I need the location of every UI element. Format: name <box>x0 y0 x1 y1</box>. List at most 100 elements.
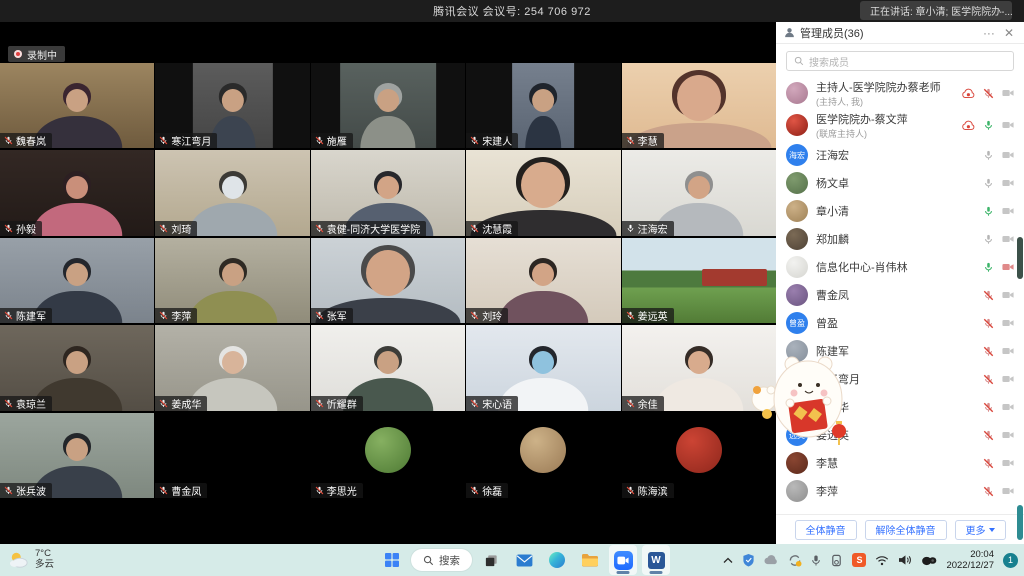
video-tile[interactable]: 姜远英 <box>622 238 776 323</box>
video-tile[interactable]: 刘琦 <box>155 150 309 235</box>
video-tile[interactable]: 李慧 <box>622 63 776 148</box>
member-mic-icon[interactable] <box>983 262 994 273</box>
video-tile[interactable]: 李萍 <box>155 238 309 323</box>
member-row[interactable]: 医学院院办-蔡文萍(联席主持人) <box>776 109 1024 141</box>
mail-app-button[interactable] <box>510 545 538 575</box>
member-mic-icon[interactable] <box>983 178 994 189</box>
video-tile[interactable]: 忻耀群 <box>311 325 465 410</box>
taskbar-clock[interactable]: 20:04 2022/12/27 <box>946 549 994 572</box>
video-tile[interactable]: 沈慧霞 <box>466 150 620 235</box>
word-app-button[interactable]: W <box>642 545 670 575</box>
member-camera-icon[interactable] <box>1002 178 1014 188</box>
video-tile[interactable]: 刘玲 <box>466 238 620 323</box>
participant-name: 宋心语 <box>482 396 512 411</box>
wifi-icon[interactable] <box>875 555 889 566</box>
video-tile[interactable]: 袁琼兰 <box>0 325 154 410</box>
member-row[interactable]: 杨文卓 <box>776 169 1024 197</box>
task-view-button[interactable] <box>477 545 505 575</box>
member-camera-icon[interactable] <box>1002 120 1014 130</box>
mute-all-button[interactable]: 全体静音 <box>795 520 857 540</box>
edge-browser-button[interactable] <box>543 545 571 575</box>
member-camera-icon[interactable] <box>1002 430 1014 440</box>
more-button[interactable]: 更多 <box>955 520 1006 540</box>
taskbar-search[interactable]: 搜索 <box>411 549 472 571</box>
member-camera-icon[interactable] <box>1002 88 1014 98</box>
member-row[interactable]: 陈建军 <box>776 337 1024 365</box>
video-tile[interactable]: 袁健-同济大学医学院 <box>311 150 465 235</box>
member-mic-icon[interactable] <box>983 346 994 357</box>
member-row[interactable]: 李萍 <box>776 477 1024 505</box>
chevron-up-icon[interactable] <box>723 557 733 564</box>
scrollbar-thumb-dark[interactable] <box>1017 237 1023 279</box>
member-mic-icon[interactable] <box>983 88 994 99</box>
video-tile[interactable]: 张兵波 <box>0 413 154 498</box>
member-row[interactable]: 郑加麟 <box>776 225 1024 253</box>
notification-badge[interactable]: 1 <box>1003 553 1018 568</box>
camera-device-icon[interactable] <box>921 555 937 566</box>
panel-more-icon[interactable]: ··· <box>981 27 997 39</box>
audio-device-icon[interactable] <box>830 554 843 567</box>
member-camera-icon[interactable] <box>1002 290 1014 300</box>
member-mic-icon[interactable] <box>983 486 994 497</box>
video-tile[interactable]: 施雁 <box>311 63 465 148</box>
member-mic-icon[interactable] <box>983 318 994 329</box>
member-camera-icon[interactable] <box>1002 458 1014 468</box>
member-camera-icon[interactable] <box>1002 262 1014 272</box>
member-row[interactable]: 主持人-医学院院办蔡老师(主持人, 我) <box>776 77 1024 109</box>
video-tile[interactable]: 宋心语 <box>466 325 620 410</box>
video-tile[interactable]: 宋建人 <box>466 63 620 148</box>
start-button[interactable] <box>378 545 406 575</box>
video-tile[interactable]: 余佳 <box>622 325 776 410</box>
member-camera-icon[interactable] <box>1002 486 1014 496</box>
member-camera-icon[interactable] <box>1002 374 1014 384</box>
member-row[interactable]: 信息化中心-肖伟林 <box>776 253 1024 281</box>
unmute-all-button[interactable]: 解除全体静音 <box>865 520 947 540</box>
video-tile[interactable]: 张军 <box>311 238 465 323</box>
video-tile[interactable]: 魏春岚 <box>0 63 154 148</box>
member-mic-icon[interactable] <box>983 120 994 131</box>
video-tile[interactable]: 寒江弯月 <box>155 63 309 148</box>
video-tile[interactable]: 陈建军 <box>0 238 154 323</box>
member-camera-icon[interactable] <box>1002 402 1014 412</box>
member-row[interactable]: 曾盈曾盈 <box>776 309 1024 337</box>
member-row[interactable]: 李慧 <box>776 449 1024 477</box>
volume-icon[interactable] <box>898 554 912 566</box>
member-camera-icon[interactable] <box>1002 318 1014 328</box>
member-mic-icon[interactable] <box>983 234 994 245</box>
member-mic-icon[interactable] <box>983 374 994 385</box>
sogou-input-icon[interactable]: S <box>852 553 866 567</box>
video-tile[interactable]: 徐磊 <box>466 413 620 498</box>
member-row[interactable]: 章小清 <box>776 197 1024 225</box>
member-mic-icon[interactable] <box>983 402 994 413</box>
video-tile[interactable]: 孙毅 <box>0 150 154 235</box>
search-member-input[interactable]: 搜索成员 <box>786 51 1014 71</box>
member-mic-icon[interactable] <box>983 430 994 441</box>
member-row[interactable]: 寒江弯月 <box>776 365 1024 393</box>
file-explorer-button[interactable] <box>576 545 604 575</box>
member-camera-icon[interactable] <box>1002 206 1014 216</box>
scrollbar-thumb-teal[interactable] <box>1017 505 1023 540</box>
video-tile[interactable]: 曹金凤 <box>155 413 309 498</box>
member-row[interactable]: 姜成华 <box>776 393 1024 421</box>
member-camera-icon[interactable] <box>1002 234 1014 244</box>
video-tile[interactable]: 李思光 <box>311 413 465 498</box>
taskbar-weather[interactable]: 7°C 多云 <box>8 544 54 576</box>
video-tile[interactable]: 汪海宏 <box>622 150 776 235</box>
member-mic-icon[interactable] <box>983 206 994 217</box>
security-shield-icon[interactable] <box>742 553 755 567</box>
member-mic-icon[interactable] <box>983 290 994 301</box>
member-row[interactable]: 远英姜远英 <box>776 421 1024 449</box>
video-tile[interactable]: 姜成华 <box>155 325 309 410</box>
member-mic-icon[interactable] <box>983 458 994 469</box>
member-camera-icon[interactable] <box>1002 150 1014 160</box>
video-tile[interactable]: 陈海滨 <box>622 413 776 498</box>
tencent-meeting-app-button[interactable] <box>609 545 637 575</box>
member-row[interactable]: 海宏汪海宏 <box>776 141 1024 169</box>
member-camera-icon[interactable] <box>1002 346 1014 356</box>
panel-close-icon[interactable]: ✕ <box>1002 27 1016 39</box>
cloud-icon[interactable] <box>764 555 779 565</box>
member-row[interactable]: 曹金凤 <box>776 281 1024 309</box>
member-mic-icon[interactable] <box>983 150 994 161</box>
sync-icon[interactable] <box>788 554 802 567</box>
microphone-icon[interactable] <box>811 554 821 567</box>
